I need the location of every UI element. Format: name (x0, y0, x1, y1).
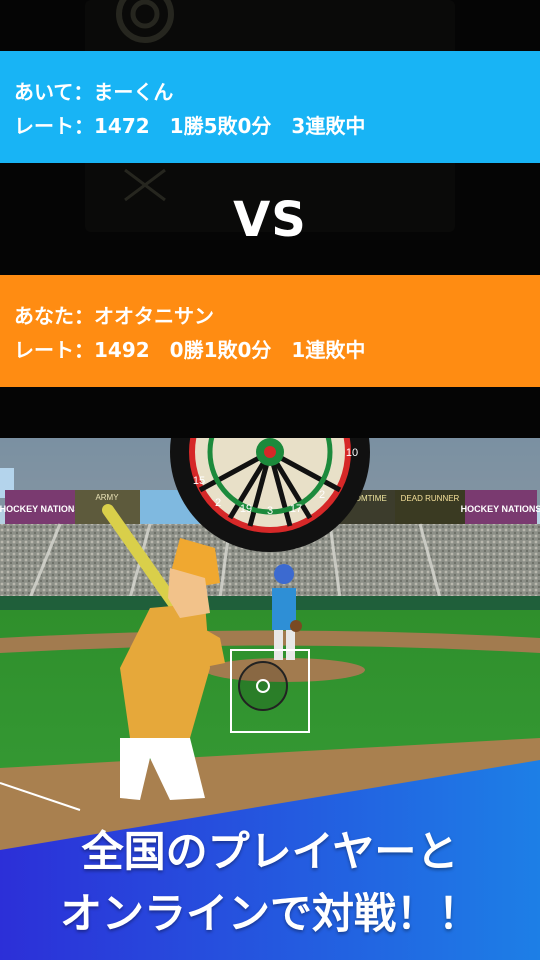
dartboard-number: 2 (319, 489, 325, 501)
dartboard-number: 10 (346, 447, 358, 459)
ad-text-hockey-right: HOCKEY NATIONS (461, 504, 540, 514)
dartboard-number: 2 (215, 497, 221, 509)
opponent-name: あいて：まーくん (14, 80, 174, 104)
player-name: あなた：オオタニサン (14, 304, 214, 328)
dartboard-number: 17 (290, 503, 302, 515)
opponent-rating: レート：1472 1勝5敗0分 3連敗中 (14, 114, 366, 138)
ad-text-army: ARMY (95, 493, 119, 502)
ad-text-hockey-left: HOCKEY NATIONS (0, 504, 80, 514)
opponent-info-banner: あいて：まーくん レート：1472 1勝5敗0分 3連敗中 (0, 51, 540, 163)
dartboard-number: 15 (193, 475, 205, 487)
ad-text-dead-runner: DEAD RUNNER (401, 494, 460, 503)
player-info-banner: あなた：オオタニサン レート：1492 0勝1敗0分 1連敗中 (0, 275, 540, 387)
dartboard-number: 19 (240, 503, 252, 515)
vs-label: VS (233, 192, 307, 248)
caption-line-2: オンラインで対戦！！ (59, 889, 480, 938)
dartboard-number: 3 (267, 505, 273, 517)
player-rating: レート：1492 0勝1敗0分 1連敗中 (14, 338, 366, 362)
caption-line-1: 全国のプレイヤーと (81, 827, 459, 876)
outfield-wall (0, 596, 540, 610)
aim-circle (238, 661, 288, 711)
